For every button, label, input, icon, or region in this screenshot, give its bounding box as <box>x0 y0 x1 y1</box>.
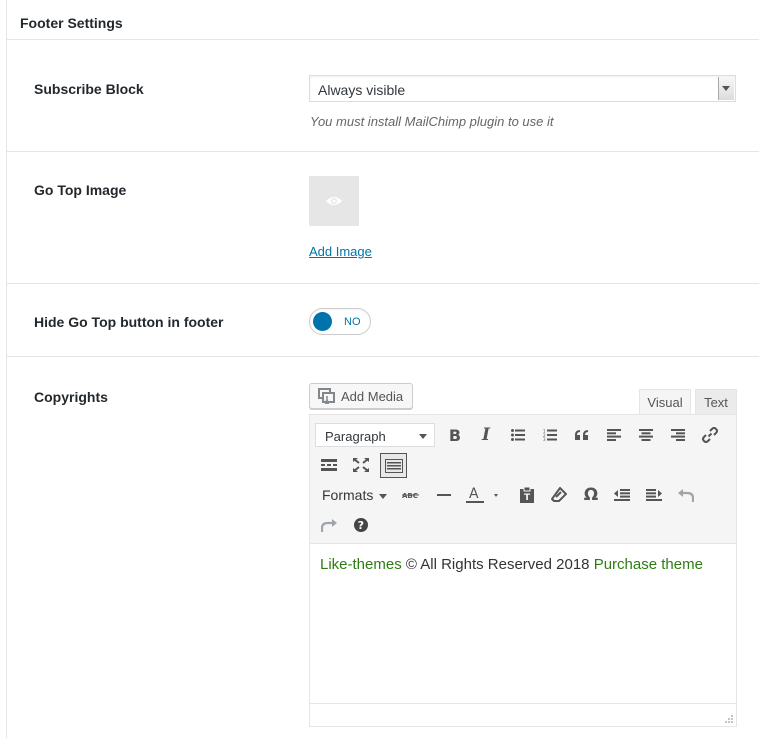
eye-icon <box>326 197 342 205</box>
blockquote-icon[interactable] <box>570 423 594 447</box>
editor-toolbar: Paragraph B I 123 Formats ABC A T Ω ? <box>310 415 736 544</box>
align-center-icon[interactable] <box>634 423 658 447</box>
subscribe-description: You must install MailChimp plugin to use… <box>310 114 554 129</box>
image-placeholder[interactable] <box>309 176 359 226</box>
add-media-label: Add Media <box>341 389 404 404</box>
strikethrough-icon[interactable]: ABC <box>399 483 423 507</box>
editor-content[interactable]: Like-themes © All Rights Reserved 2018 P… <box>320 556 703 573</box>
divider <box>7 283 759 284</box>
help-icon[interactable]: ? <box>349 513 373 537</box>
copyrights-label: Copyrights <box>34 389 108 405</box>
paragraph-select[interactable]: Paragraph <box>315 423 435 447</box>
align-left-icon[interactable] <box>602 423 626 447</box>
editor-statusbar <box>310 703 736 726</box>
outdent-icon[interactable] <box>610 483 634 507</box>
text-color-icon[interactable]: A <box>462 483 502 507</box>
like-themes-link[interactable]: Like-themes <box>320 556 402 573</box>
svg-text:ABC: ABC <box>402 492 418 500</box>
link-icon[interactable] <box>698 423 722 447</box>
subscribe-block-label: Subscribe Block <box>34 81 144 97</box>
divider <box>7 39 759 40</box>
formats-label: Formats <box>322 487 374 503</box>
italic-icon[interactable]: I <box>474 423 498 447</box>
undo-icon[interactable] <box>674 483 698 507</box>
chevron-down-icon[interactable] <box>718 77 734 100</box>
tab-text[interactable]: Text <box>695 389 737 415</box>
fullscreen-icon[interactable] <box>349 453 373 477</box>
resize-grip-icon[interactable] <box>724 714 733 723</box>
toggle-knob <box>313 312 332 331</box>
svg-text:?: ? <box>358 519 364 532</box>
formats-menu[interactable]: Formats <box>322 487 388 503</box>
divider <box>7 151 759 152</box>
paragraph-select-value: Paragraph <box>325 429 386 444</box>
chevron-down-icon <box>419 434 427 439</box>
bold-icon[interactable]: B <box>443 423 467 447</box>
horizontal-line-icon[interactable] <box>432 483 456 507</box>
clear-formatting-icon[interactable] <box>547 483 571 507</box>
subscribe-block-select[interactable]: Always visible <box>309 75 736 102</box>
toggle-state-text: NO <box>344 316 361 328</box>
svg-text:A: A <box>469 486 479 502</box>
chevron-down-icon <box>379 493 388 499</box>
paste-text-icon[interactable]: T <box>515 483 539 507</box>
svg-text:3: 3 <box>543 437 546 441</box>
add-media-button[interactable]: Add Media <box>309 383 413 409</box>
hide-go-top-toggle[interactable]: NO <box>309 308 371 335</box>
go-top-image-label: Go Top Image <box>34 182 127 198</box>
add-image-link[interactable]: Add Image <box>309 244 372 259</box>
footer-settings-panel: Footer Settings Subscribe Block Always v… <box>6 0 759 738</box>
align-right-icon[interactable] <box>666 423 690 447</box>
hide-go-top-label: Hide Go Top button in footer <box>34 314 224 330</box>
media-icon <box>318 388 335 404</box>
copyright-text: © All Rights Reserved 2018 <box>401 556 594 573</box>
toolbar-toggle-icon[interactable] <box>380 453 407 478</box>
bullet-list-icon[interactable] <box>506 423 530 447</box>
panel-title: Footer Settings <box>20 15 123 31</box>
copyrights-editor: Paragraph B I 123 Formats ABC A T Ω ? Li… <box>309 414 737 727</box>
svg-text:T: T <box>524 493 531 503</box>
divider <box>7 356 759 357</box>
purchase-theme-link[interactable]: Purchase theme <box>594 556 703 573</box>
special-character-icon[interactable]: Ω <box>579 483 603 507</box>
select-value: Always visible <box>318 82 406 98</box>
read-more-icon[interactable] <box>317 453 341 477</box>
tab-visual[interactable]: Visual <box>639 389 691 415</box>
redo-icon[interactable] <box>317 513 341 537</box>
indent-icon[interactable] <box>642 483 666 507</box>
numbered-list-icon[interactable]: 123 <box>538 423 562 447</box>
